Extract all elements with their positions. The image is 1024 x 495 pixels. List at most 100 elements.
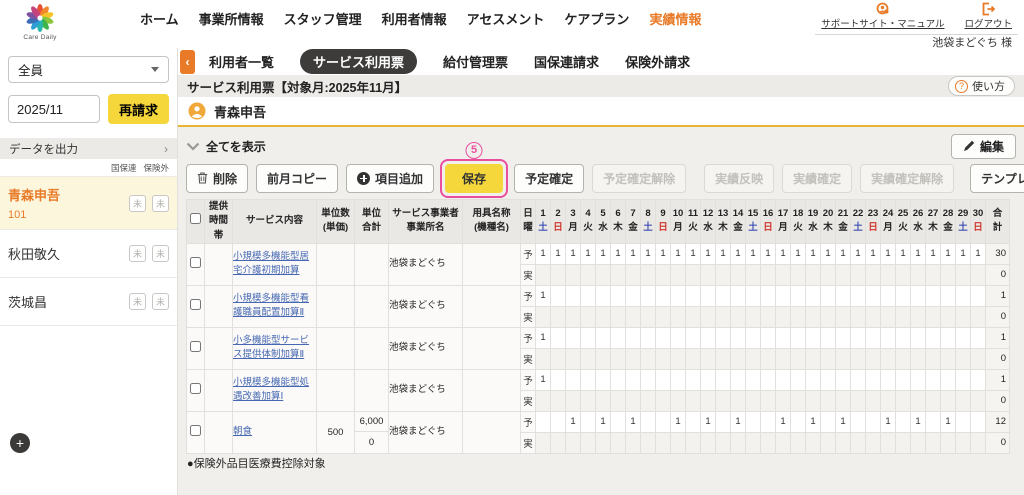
plan-day-cell[interactable] <box>910 368 926 391</box>
plan-day-cell[interactable] <box>670 368 686 391</box>
plan-day-cell[interactable] <box>940 326 956 349</box>
actual-day-cell[interactable] <box>820 305 836 328</box>
plan-day-cell[interactable] <box>640 284 656 307</box>
actual-day-cell[interactable] <box>550 263 566 286</box>
plan-day-cell[interactable]: 1 <box>820 242 836 265</box>
plan-day-cell[interactable]: 1 <box>670 410 686 433</box>
plan-day-cell[interactable]: 1 <box>910 242 926 265</box>
actual-day-cell[interactable] <box>850 389 866 412</box>
patient-list-item[interactable]: 茨城昌 未未 <box>0 278 177 326</box>
plan-day-cell[interactable] <box>700 284 716 307</box>
actual-day-cell[interactable] <box>880 347 896 370</box>
plan-day-cell[interactable]: 1 <box>655 242 671 265</box>
actual-day-cell[interactable] <box>760 389 776 412</box>
actual-day-cell[interactable] <box>535 305 551 328</box>
plan-day-cell[interactable] <box>970 284 986 307</box>
plan-day-cell[interactable]: 1 <box>940 242 956 265</box>
copy-prev-month-button[interactable]: 前月コピー <box>256 163 339 193</box>
plan-day-cell[interactable]: 1 <box>895 242 911 265</box>
actual-day-cell[interactable] <box>835 431 851 454</box>
plan-day-cell[interactable]: 1 <box>670 242 686 265</box>
plan-day-cell[interactable] <box>745 410 761 433</box>
plan-day-cell[interactable] <box>640 368 656 391</box>
plan-day-cell[interactable] <box>670 284 686 307</box>
plan-day-cell[interactable] <box>895 326 911 349</box>
plan-day-cell[interactable] <box>595 284 611 307</box>
plan-day-cell[interactable]: 1 <box>610 242 626 265</box>
actual-day-cell[interactable] <box>880 431 896 454</box>
actual-day-cell[interactable] <box>895 305 911 328</box>
actual-day-cell[interactable] <box>760 305 776 328</box>
actual-day-cell[interactable] <box>610 347 626 370</box>
plan-day-cell[interactable] <box>655 326 671 349</box>
plan-day-cell[interactable] <box>730 326 746 349</box>
plan-day-cell[interactable] <box>595 326 611 349</box>
actual-day-cell[interactable] <box>640 347 656 370</box>
actual-day-cell[interactable] <box>895 431 911 454</box>
actual-day-cell[interactable] <box>580 347 596 370</box>
actual-day-cell[interactable] <box>910 431 926 454</box>
plan-day-cell[interactable] <box>850 368 866 391</box>
row-checkbox[interactable] <box>190 425 201 437</box>
plan-day-cell[interactable] <box>790 368 806 391</box>
plan-day-cell[interactable] <box>790 326 806 349</box>
plan-day-cell[interactable]: 1 <box>760 242 776 265</box>
plan-day-cell[interactable] <box>745 284 761 307</box>
plan-day-cell[interactable]: 1 <box>535 284 551 307</box>
tab[interactable]: 利用者一覧 <box>209 52 274 71</box>
actual-day-cell[interactable] <box>595 263 611 286</box>
plan-day-cell[interactable]: 1 <box>595 410 611 433</box>
save-button[interactable]: 保存 <box>445 163 504 193</box>
plan-day-cell[interactable]: 1 <box>640 242 656 265</box>
row-checkbox[interactable] <box>190 299 201 311</box>
plan-day-cell[interactable] <box>715 410 731 433</box>
plan-day-cell[interactable] <box>565 368 581 391</box>
actual-day-cell[interactable] <box>910 305 926 328</box>
requery-button[interactable]: 再請求 <box>108 94 169 124</box>
plan-day-cell[interactable] <box>550 284 566 307</box>
plan-day-cell[interactable] <box>685 284 701 307</box>
plan-day-cell[interactable] <box>865 410 881 433</box>
plan-day-cell[interactable] <box>745 326 761 349</box>
plan-day-cell[interactable] <box>925 326 941 349</box>
plan-day-cell[interactable] <box>775 326 791 349</box>
plan-day-cell[interactable] <box>820 284 836 307</box>
plan-day-cell[interactable]: 1 <box>580 242 596 265</box>
actual-day-cell[interactable] <box>790 431 806 454</box>
actual-day-cell[interactable] <box>805 389 821 412</box>
actual-day-cell[interactable] <box>625 347 641 370</box>
month-input[interactable] <box>8 95 100 123</box>
tab[interactable]: サービス利用票 <box>300 49 418 74</box>
plan-day-cell[interactable]: 1 <box>775 410 791 433</box>
plan-day-cell[interactable] <box>955 368 971 391</box>
plan-day-cell[interactable]: 1 <box>835 410 851 433</box>
plan-day-cell[interactable] <box>775 368 791 391</box>
actual-day-cell[interactable] <box>820 347 836 370</box>
actual-day-cell[interactable] <box>760 431 776 454</box>
actual-day-cell[interactable] <box>775 305 791 328</box>
plan-day-cell[interactable] <box>565 284 581 307</box>
actual-day-cell[interactable] <box>790 263 806 286</box>
actual-day-cell[interactable] <box>910 347 926 370</box>
plan-day-cell[interactable]: 1 <box>730 242 746 265</box>
actual-day-cell[interactable] <box>775 347 791 370</box>
actual-day-cell[interactable] <box>595 431 611 454</box>
row-checkbox[interactable] <box>190 383 201 395</box>
actual-day-cell[interactable] <box>550 347 566 370</box>
app-logo[interactable]: Care Daily <box>12 3 68 41</box>
add-patient-button[interactable]: + <box>10 433 30 453</box>
plan-day-cell[interactable] <box>970 410 986 433</box>
actual-day-cell[interactable] <box>910 389 926 412</box>
actual-day-cell[interactable] <box>595 305 611 328</box>
actual-day-cell[interactable] <box>865 389 881 412</box>
nav-item-item[interactable]: 事業所情報 <box>199 9 264 28</box>
plan-day-cell[interactable] <box>865 326 881 349</box>
actual-day-cell[interactable] <box>865 431 881 454</box>
tab[interactable]: 保険外請求 <box>625 52 690 71</box>
actual-day-cell[interactable] <box>775 389 791 412</box>
actual-day-cell[interactable] <box>670 389 686 412</box>
actual-day-cell[interactable] <box>550 305 566 328</box>
actual-day-cell[interactable] <box>940 431 956 454</box>
plan-day-cell[interactable] <box>610 368 626 391</box>
actual-day-cell[interactable] <box>670 305 686 328</box>
